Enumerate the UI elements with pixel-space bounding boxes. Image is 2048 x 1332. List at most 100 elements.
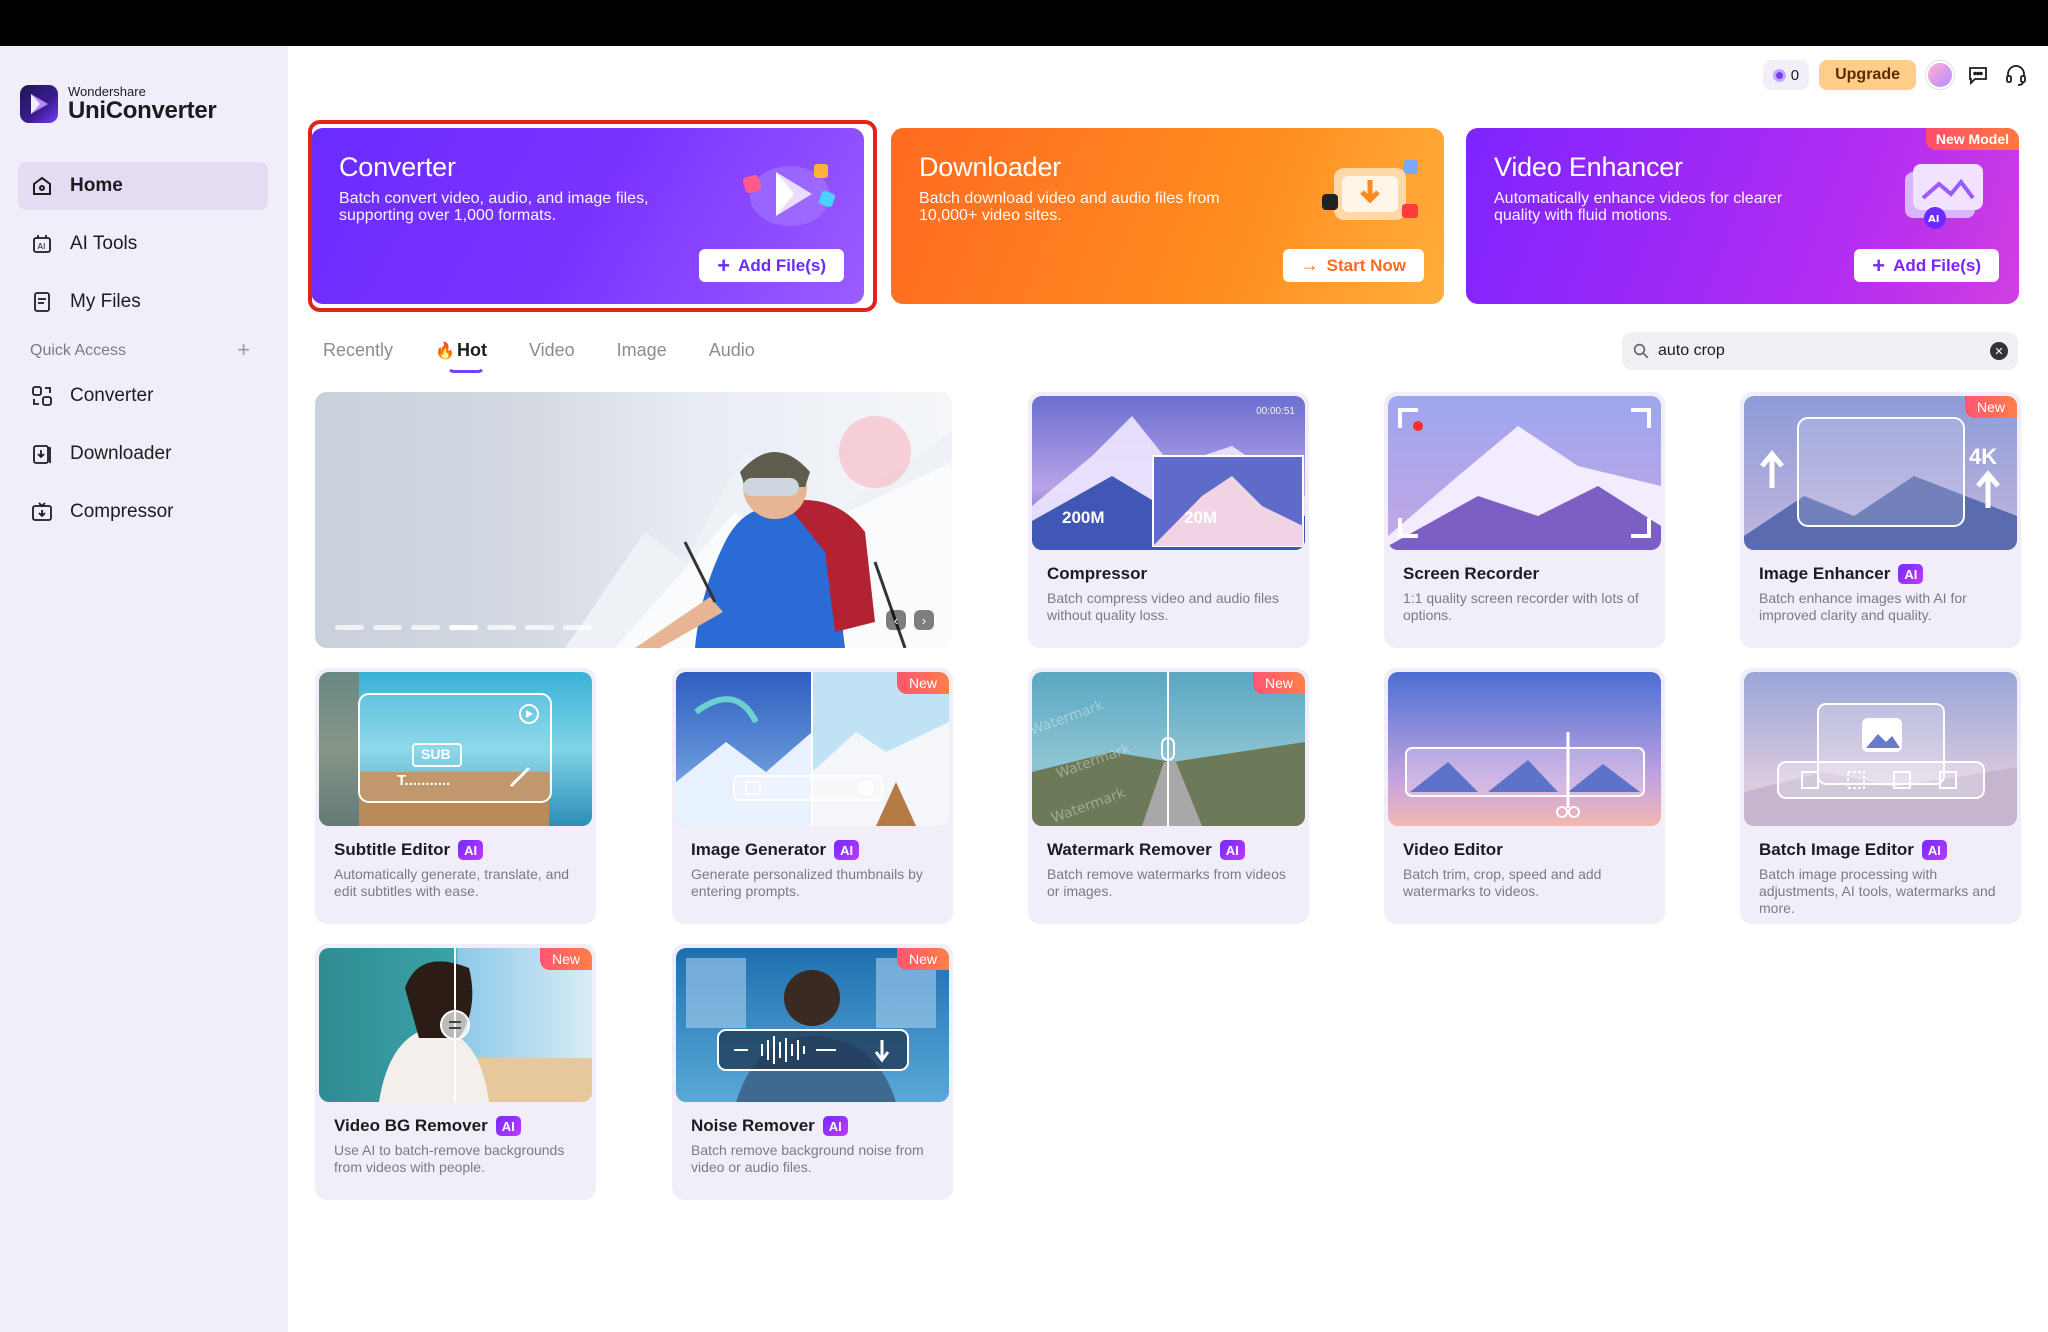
card-thumbnail: New: [676, 948, 949, 1102]
new-badge: New: [1964, 396, 2017, 418]
card-title: Noise Remover AI: [691, 1116, 848, 1136]
card-title: Watermark Remover AI: [1047, 840, 1245, 860]
tool-card-image-generator[interactable]: New Image Generator AI Generate personali…: [672, 668, 953, 924]
card-thumbnail: [1744, 672, 2017, 826]
new-badge: New: [896, 948, 949, 970]
home-icon: [33, 176, 51, 195]
video-enhancer-add-files-button[interactable]: + Add File(s): [1854, 249, 1999, 282]
banner-dot[interactable]: [373, 625, 402, 630]
card-thumbnail: [1388, 672, 1661, 826]
card-title: Image Generator AI: [691, 840, 860, 860]
card-thumbnail: New: [676, 672, 949, 826]
search-bar: ✕: [1622, 332, 2018, 370]
avatar[interactable]: [1926, 61, 1954, 89]
quick-access-converter[interactable]: Converter: [18, 372, 268, 420]
tool-card-batch-image-editor[interactable]: Batch Image Editor AI Batch image process…: [1740, 668, 2021, 924]
tool-card-video-bg-remover[interactable]: New Video BG Remover AI Use AI to batch-r…: [315, 944, 596, 1200]
card-thumbnail: [1388, 396, 1661, 550]
tool-card-screen-recorder[interactable]: Screen Recorder 1:1 quality screen recor…: [1384, 392, 1665, 648]
converter-highlight-frame: [308, 120, 877, 312]
subtitle-text-placeholder: T...........: [397, 772, 451, 789]
card-description: Batch trim, crop, speed and add watermar…: [1403, 866, 1602, 899]
tab-video[interactable]: Video: [529, 340, 575, 361]
card-description: 1:1 quality screen recorder with lots of…: [1403, 590, 1639, 623]
tool-card-video-editor[interactable]: Video Editor Batch trim, crop, speed and…: [1384, 668, 1665, 924]
new-badge: New: [896, 672, 949, 694]
quick-access-compressor[interactable]: Compressor: [18, 488, 268, 536]
app-logo: Wondershare UniConverter: [20, 84, 217, 123]
search-input[interactable]: [1658, 342, 1982, 360]
svg-text:AI: AI: [1928, 214, 1939, 225]
banner-navigation: ‹ ›: [886, 610, 934, 630]
tool-card-noise-remover[interactable]: New Noise Remover AI Batch remove backgro…: [672, 944, 953, 1200]
tool-card-watermark-remover[interactable]: Watermark Watermark Watermark New Waterm…: [1028, 668, 1309, 924]
quick-access-label: Converter: [70, 385, 154, 406]
downloader-start-now-button[interactable]: → Start Now: [1282, 249, 1424, 282]
uniconverter-logo-icon: [20, 84, 58, 123]
card-thumbnail: SUB T...........: [319, 672, 592, 826]
sub-label: SUB: [421, 746, 451, 762]
compressor-size-after: 20M: [1184, 508, 1218, 527]
clear-search-icon[interactable]: ✕: [1990, 342, 2008, 360]
upgrade-button[interactable]: Upgrade: [1819, 60, 1916, 90]
card-thumbnail: 00:00:51 200M 20M: [1032, 396, 1305, 550]
downloader-hero-card[interactable]: Downloader Batch download video and audi…: [891, 128, 1444, 304]
category-tabs: Recently 🔥 Hot Video Image Audio: [323, 340, 797, 373]
card-description: Batch enhance images with AI for improve…: [1759, 590, 1967, 623]
banner-pagination: [335, 625, 592, 630]
tab-image[interactable]: Image: [617, 340, 667, 361]
downloader-illustration-icon: [1322, 160, 1418, 220]
promo-banner[interactable]: ‹ ›: [315, 392, 952, 648]
quick-access-downloader[interactable]: Downloader: [18, 430, 268, 478]
new-model-badge: New Model: [1925, 128, 2019, 150]
card-title: Screen Recorder: [1403, 564, 1540, 583]
flame-icon: 🔥: [435, 342, 455, 360]
compressor-size-before: 200M: [1062, 508, 1105, 527]
banner-dot[interactable]: [335, 625, 364, 630]
ai-badge: AI: [458, 840, 484, 860]
add-quick-access-button[interactable]: +: [237, 339, 250, 361]
card-description: Batch remove watermarks from videos or i…: [1047, 866, 1286, 899]
quick-access-title: Quick Access: [30, 342, 127, 359]
coin-count: 0: [1790, 66, 1800, 84]
sidebar-item-home[interactable]: Home: [18, 162, 268, 210]
tool-card-compressor[interactable]: 00:00:51 200M 20M Compressor Batch compr…: [1028, 392, 1309, 648]
banner-dot[interactable]: [525, 625, 554, 630]
tab-recently[interactable]: Recently: [323, 340, 393, 361]
tab-audio[interactable]: Audio: [709, 340, 755, 361]
sidebar: Wondershare UniConverter Home AI AI Tool…: [0, 46, 288, 1332]
arrow-right-icon: →: [1300, 255, 1319, 275]
hero-title: Downloader: [919, 152, 1062, 182]
card-title: Video BG Remover AI: [334, 1116, 521, 1136]
hero-desc: Batch download video and audio files fro…: [919, 190, 1220, 224]
chevron-right-icon[interactable]: ›: [914, 610, 934, 630]
coin-balance[interactable]: 0: [1762, 60, 1810, 90]
sidebar-item-my-files[interactable]: My Files: [18, 278, 268, 326]
ai-badge: AI: [1898, 564, 1924, 584]
quick-access-label: Compressor: [70, 501, 174, 522]
tab-hot[interactable]: 🔥 Hot: [435, 340, 487, 373]
ai-badge: AI: [495, 1116, 521, 1136]
new-badge: New: [539, 948, 592, 970]
video-enhancer-hero-card[interactable]: New Model Video Enhancer Automatically e…: [1466, 128, 2019, 304]
sidebar-item-label: Home: [70, 175, 123, 196]
card-title: Batch Image Editor AI: [1759, 840, 1947, 860]
banner-dot[interactable]: [563, 625, 592, 630]
banner-dot[interactable]: [411, 625, 440, 630]
feedback-icon[interactable]: [1964, 61, 1992, 89]
card-title: Video Editor: [1403, 840, 1503, 859]
banner-dot-active[interactable]: [449, 625, 478, 630]
support-headset-icon[interactable]: [2002, 61, 2030, 89]
tool-card-subtitle-editor[interactable]: SUB T........... Subtitle Editor AI Autom…: [315, 668, 596, 924]
chevron-left-icon[interactable]: ‹: [886, 610, 906, 630]
tool-card-image-enhancer[interactable]: 4K New Image Enhancer AI Batch enhance im…: [1740, 392, 2021, 648]
sidebar-item-ai-tools[interactable]: AI AI Tools: [18, 220, 268, 268]
sidebar-item-label: My Files: [70, 291, 141, 312]
ai-badge: AI: [1219, 840, 1245, 860]
compressor-timecode: 00:00:51: [1256, 406, 1295, 417]
ai-badge: AI: [834, 840, 860, 860]
svg-text:AI: AI: [38, 242, 46, 251]
card-thumbnail: Watermark Watermark Watermark New: [1032, 672, 1305, 826]
banner-dot[interactable]: [487, 625, 516, 630]
card-description: Use AI to batch-remove backgrounds from …: [334, 1142, 565, 1175]
